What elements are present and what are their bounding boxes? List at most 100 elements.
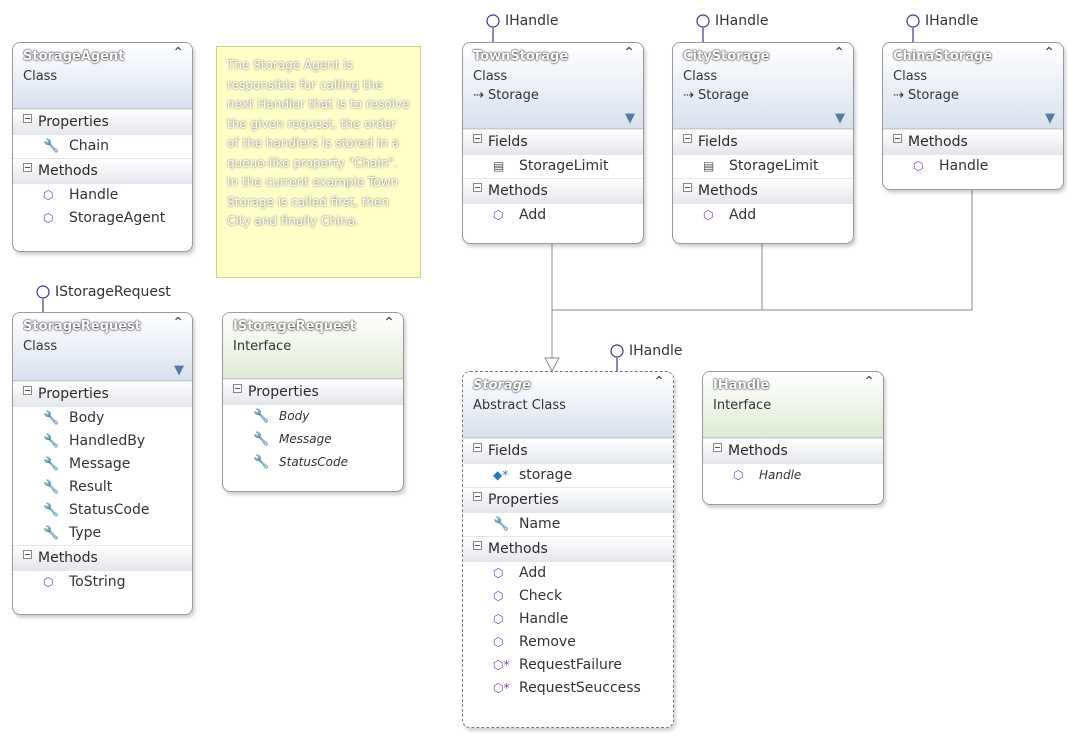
- section-header-properties[interactable]: Properties: [13, 381, 192, 407]
- member-row[interactable]: 🔧 Result: [13, 476, 192, 499]
- collapse-chevron-icon[interactable]: ⌃: [172, 315, 184, 331]
- field-icon: ▤: [493, 159, 505, 173]
- member-row[interactable]: ⬡ Add: [673, 204, 853, 227]
- class-box-city-storage[interactable]: CityStorage Class ⇢ Storage ⌃ ▼ Fields ▤ Storag…: [672, 42, 854, 244]
- collapse-minus-icon[interactable]: [23, 114, 32, 123]
- section-header-methods[interactable]: Methods: [463, 178, 643, 204]
- collapse-chevron-icon[interactable]: ⌃: [623, 45, 635, 61]
- collapse-chevron-icon[interactable]: ⌃: [653, 374, 665, 390]
- member-row[interactable]: 🔧 StatusCode: [223, 451, 403, 474]
- class-box-town-storage[interactable]: TownStorage Class ⇢ Storage ⌃ ▼ Fields ▤ Storag…: [462, 42, 644, 244]
- section-label: Methods: [728, 443, 788, 459]
- member-row[interactable]: ⬡ Handle: [463, 608, 673, 631]
- section-header-fields[interactable]: Fields: [463, 129, 643, 155]
- member-row[interactable]: 🔧 Type: [13, 522, 192, 545]
- member-row[interactable]: 🔧 Body: [13, 407, 192, 430]
- member-row[interactable]: ⬡ ToString: [13, 571, 192, 594]
- interface-box-ihandle[interactable]: IHandle Interface ⌃ Methods ⬡ Handle: [702, 371, 884, 505]
- inherits-arrow-icon: ⇢: [473, 88, 489, 103]
- collapse-minus-icon[interactable]: [233, 384, 242, 393]
- member-row[interactable]: ⬡ Handle: [703, 464, 883, 487]
- member-row[interactable]: 🔧 StatusCode: [13, 499, 192, 522]
- member-name: StorageAgent: [69, 210, 166, 226]
- storage-request-lollipop-label: IStorageRequest: [55, 284, 171, 300]
- member-row[interactable]: ⬡* RequestFailure: [463, 654, 673, 677]
- collapse-minus-icon[interactable]: [893, 134, 902, 143]
- method-cube-icon: ⬡: [493, 208, 504, 222]
- interface-box-istorage-request[interactable]: IStorageRequest Interface ⌃ Properties 🔧 Body…: [222, 312, 404, 492]
- collapse-chevron-icon[interactable]: ⌃: [833, 45, 845, 61]
- section-header-methods[interactable]: Methods: [13, 158, 192, 184]
- collapse-minus-icon[interactable]: [23, 163, 32, 172]
- class-box-china-storage[interactable]: ChinaStorage Class ⇢ Storage ⌃ ▼ Methods ⬡ Hand…: [882, 42, 1064, 190]
- collapse-chevron-icon[interactable]: ⌃: [1043, 45, 1055, 61]
- method-cube-icon: ⬡: [43, 211, 54, 225]
- section-header-properties[interactable]: Properties: [13, 109, 192, 135]
- member-name: HandledBy: [69, 433, 146, 449]
- member-row[interactable]: ⬡ Check: [463, 585, 673, 608]
- wrench-property-icon: 🔧: [43, 503, 60, 518]
- member-name: Message: [279, 432, 332, 446]
- collapse-chevron-icon[interactable]: ⌃: [383, 315, 395, 331]
- collapse-minus-icon[interactable]: [23, 386, 32, 395]
- collapse-minus-icon[interactable]: [683, 183, 692, 192]
- filter-icon[interactable]: ▼: [1045, 111, 1055, 126]
- inherits-arrow-icon: ⇢: [683, 88, 699, 103]
- collapse-minus-icon[interactable]: [683, 134, 692, 143]
- section-header-methods[interactable]: Methods: [13, 545, 192, 571]
- member-name: Remove: [519, 634, 576, 650]
- member-row[interactable]: 🔧 Chain: [13, 135, 192, 158]
- member-row[interactable]: ⬡ Remove: [463, 631, 673, 654]
- section-header-methods[interactable]: Methods: [463, 536, 673, 562]
- section-header-fields[interactable]: Fields: [673, 129, 853, 155]
- collapse-minus-icon[interactable]: [473, 134, 482, 143]
- member-row[interactable]: ⬡* RequestSeuccess: [463, 677, 673, 700]
- class-box-storage-request[interactable]: StorageRequest Class ⌃ ▼ Properties 🔧 Body 🔧 Han…: [12, 312, 193, 615]
- member-row[interactable]: 🔧 HandledBy: [13, 430, 192, 453]
- member-row[interactable]: ⬡ Handle: [13, 184, 192, 207]
- member-row[interactable]: ⬡ Add: [463, 562, 673, 585]
- section-label: Methods: [488, 541, 548, 557]
- town-lollipop-label: IHandle: [505, 13, 559, 29]
- box-stereotype: Abstract Class: [473, 398, 566, 413]
- collapse-chevron-icon[interactable]: ⌃: [863, 374, 875, 390]
- section-header-fields[interactable]: Fields: [463, 438, 673, 464]
- member-row[interactable]: 🔧 Name: [463, 513, 673, 536]
- town-lollipop-circle: [486, 14, 500, 28]
- member-row[interactable]: ▤ StorageLimit: [463, 155, 643, 178]
- box-title: StorageRequest: [23, 319, 141, 334]
- filter-icon[interactable]: ▼: [835, 111, 845, 126]
- abstract-class-box-storage[interactable]: Storage Abstract Class ⌃ Fields ◆* storage Pro…: [462, 371, 674, 728]
- member-row[interactable]: ⬡ Handle: [883, 155, 1063, 178]
- member-row[interactable]: ▤ StorageLimit: [673, 155, 853, 178]
- comment-note[interactable]: The Storage Agent is responsible for cal…: [216, 46, 421, 278]
- member-row[interactable]: 🔧 Body: [223, 405, 403, 428]
- wrench-property-icon: 🔧: [43, 139, 60, 154]
- section-header-methods[interactable]: Methods: [883, 129, 1063, 155]
- filter-icon[interactable]: ▼: [625, 111, 635, 126]
- inheritance-arrowhead: [544, 357, 560, 373]
- member-row[interactable]: ⬡ Add: [463, 204, 643, 227]
- member-row[interactable]: 🔧 Message: [223, 428, 403, 451]
- section-label: Methods: [698, 183, 758, 199]
- member-name: Message: [69, 456, 131, 472]
- collapse-minus-icon[interactable]: [23, 550, 32, 559]
- section-header-properties[interactable]: Properties: [463, 487, 673, 513]
- method-cube-icon: ⬡: [913, 159, 924, 173]
- section-label: Properties: [248, 384, 319, 400]
- class-box-storage-agent[interactable]: StorageAgent Class ⌃ Properties 🔧 Chain Method…: [12, 42, 193, 252]
- collapse-minus-icon[interactable]: [473, 443, 482, 452]
- section-header-properties[interactable]: Properties: [223, 379, 403, 405]
- filter-icon[interactable]: ▼: [174, 363, 184, 378]
- collapse-minus-icon[interactable]: [473, 492, 482, 501]
- collapse-minus-icon[interactable]: [473, 541, 482, 550]
- section-header-methods[interactable]: Methods: [703, 438, 883, 464]
- collapse-minus-icon[interactable]: [713, 443, 722, 452]
- member-row[interactable]: ⬡ StorageAgent: [13, 207, 192, 230]
- member-name: RequestFailure: [519, 657, 622, 673]
- member-row[interactable]: ◆* storage: [463, 464, 673, 487]
- member-row[interactable]: 🔧 Message: [13, 453, 192, 476]
- collapse-chevron-icon[interactable]: ⌃: [172, 45, 184, 61]
- collapse-minus-icon[interactable]: [473, 183, 482, 192]
- section-header-methods[interactable]: Methods: [673, 178, 853, 204]
